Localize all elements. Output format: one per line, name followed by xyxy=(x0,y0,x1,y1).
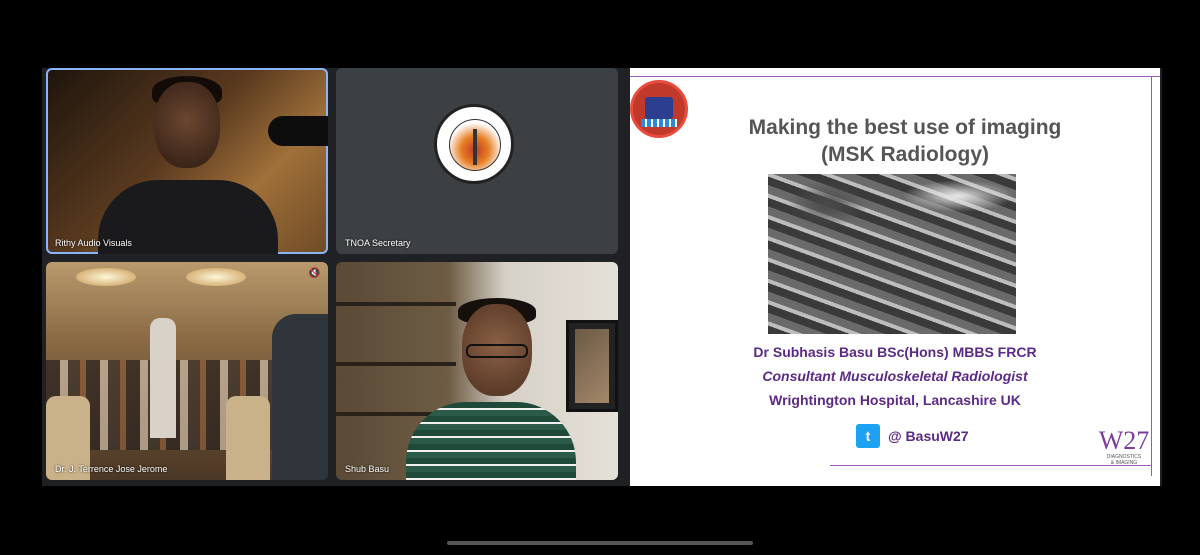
microphone-off-icon: 🔇 xyxy=(308,268,321,279)
slide-title: Making the best use of imaging (MSK Radi… xyxy=(670,114,1140,168)
participant-name: Shub Basu xyxy=(345,464,390,474)
slide-border xyxy=(1151,76,1152,476)
author-hospital: Wrightington Hospital, Lancashire UK xyxy=(769,392,1021,408)
twitter-handle-row: t @ BasuW27 xyxy=(856,424,969,448)
participant-video-body xyxy=(406,402,576,480)
seated-person xyxy=(272,314,328,480)
participant-name: Rithy Audio Visuals xyxy=(55,238,132,248)
presentation-slide[interactable]: Making the best use of imaging (MSK Radi… xyxy=(630,68,1160,486)
participant-tile-shub[interactable]: Shub Basu xyxy=(336,262,618,480)
slide-title-line: Making the best use of imaging xyxy=(748,116,1062,139)
w27-mark: W27 xyxy=(1098,426,1150,455)
bookshelf xyxy=(336,362,456,366)
twitter-icon: t xyxy=(856,424,880,448)
participant-tile-terrence[interactable]: 🔇 Dr. J. Terrence Jose Jerome xyxy=(46,262,328,480)
author-name: Dr Subhasis Basu BSc(Hons) MBBS FRCR xyxy=(753,344,1037,360)
twitter-handle: @ BasuW27 xyxy=(888,428,969,444)
slide-title-line: (MSK Radiology) xyxy=(821,143,989,166)
wall-picture xyxy=(566,320,618,412)
w27-sub: & IMAGING xyxy=(1110,460,1138,466)
microphone-prop xyxy=(268,116,328,146)
aerial-hospital-photo xyxy=(768,174,1016,334)
participant-name: TNOA Secretary xyxy=(345,238,411,248)
participant-name: Dr. J. Terrence Jose Jerome xyxy=(55,464,168,474)
chair xyxy=(226,396,270,480)
participant-video-face xyxy=(154,82,220,168)
ceiling-light xyxy=(186,268,246,286)
participant-tile-tnoa[interactable]: TNOA Secretary xyxy=(336,68,618,254)
glasses xyxy=(466,344,528,358)
standing-speaker xyxy=(150,318,176,438)
logo-tree-icon xyxy=(473,129,477,165)
slide-border xyxy=(630,76,1160,77)
tnoa-logo xyxy=(434,104,514,184)
hospital-logo-building xyxy=(645,97,673,119)
w27-logo: W27 DIAGNOSTICS & IMAGING xyxy=(1094,426,1154,467)
meeting-stage: Rithy Audio Visuals TNOA Secretary 🔇 Dr.… xyxy=(42,68,1162,486)
bookshelf xyxy=(336,302,456,306)
ceiling-light xyxy=(76,268,136,286)
author-role: Consultant Musculoskeletal Radiologist xyxy=(762,368,1028,384)
participant-tile-rithy[interactable]: Rithy Audio Visuals xyxy=(46,68,328,254)
home-indicator xyxy=(447,541,753,545)
